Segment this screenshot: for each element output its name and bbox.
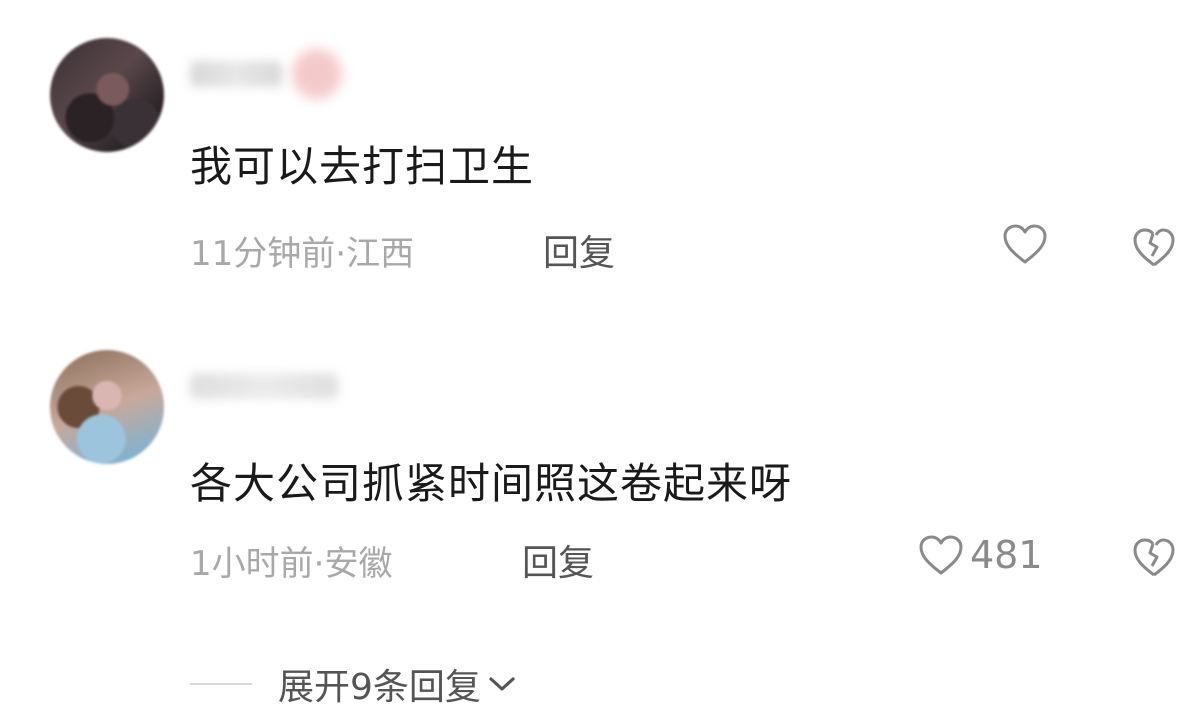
blurred-badge (292, 49, 342, 99)
heart-outline-icon (919, 535, 963, 575)
comment-meta: 11分钟前·江西 (190, 234, 415, 274)
blurred-name (190, 373, 338, 399)
like-button[interactable] (1002, 223, 1054, 265)
comment-text: 我可以去打扫卫生 (190, 142, 535, 191)
username-blurred[interactable] (190, 49, 342, 99)
avatar[interactable] (50, 38, 164, 152)
like-count: 481 (970, 533, 1043, 577)
chevron-down-icon (489, 677, 515, 691)
broken-heart-icon (1133, 538, 1175, 577)
reply-button[interactable]: 回复 (543, 224, 615, 276)
expand-replies-row: 展开9条回复 (190, 658, 517, 710)
broken-heart-icon (1133, 228, 1175, 267)
expand-replies-label: 展开9条回复 (278, 667, 481, 708)
expand-replies-button[interactable]: 展开9条回复 (278, 658, 517, 710)
dislike-button[interactable] (1132, 226, 1176, 272)
dislike-button[interactable] (1132, 536, 1176, 582)
comment-text: 各大公司抓紧时间照这卷起来呀 (190, 459, 793, 508)
blurred-name (190, 61, 282, 87)
like-button[interactable]: 481 (918, 533, 1043, 577)
username-blurred[interactable] (190, 362, 338, 410)
comment-meta: 1小时前·安徽 (190, 544, 393, 584)
comment-item: 各大公司抓紧时间照这卷起来呀 1小时前·安徽 回复 481 (0, 310, 1200, 610)
avatar[interactable] (50, 350, 164, 464)
heart-outline-icon (1003, 224, 1047, 264)
divider-line (190, 683, 252, 685)
reply-button[interactable]: 回复 (522, 534, 594, 586)
comment-item: 我可以去打扫卫生 11分钟前·江西 回复 (0, 0, 1200, 300)
